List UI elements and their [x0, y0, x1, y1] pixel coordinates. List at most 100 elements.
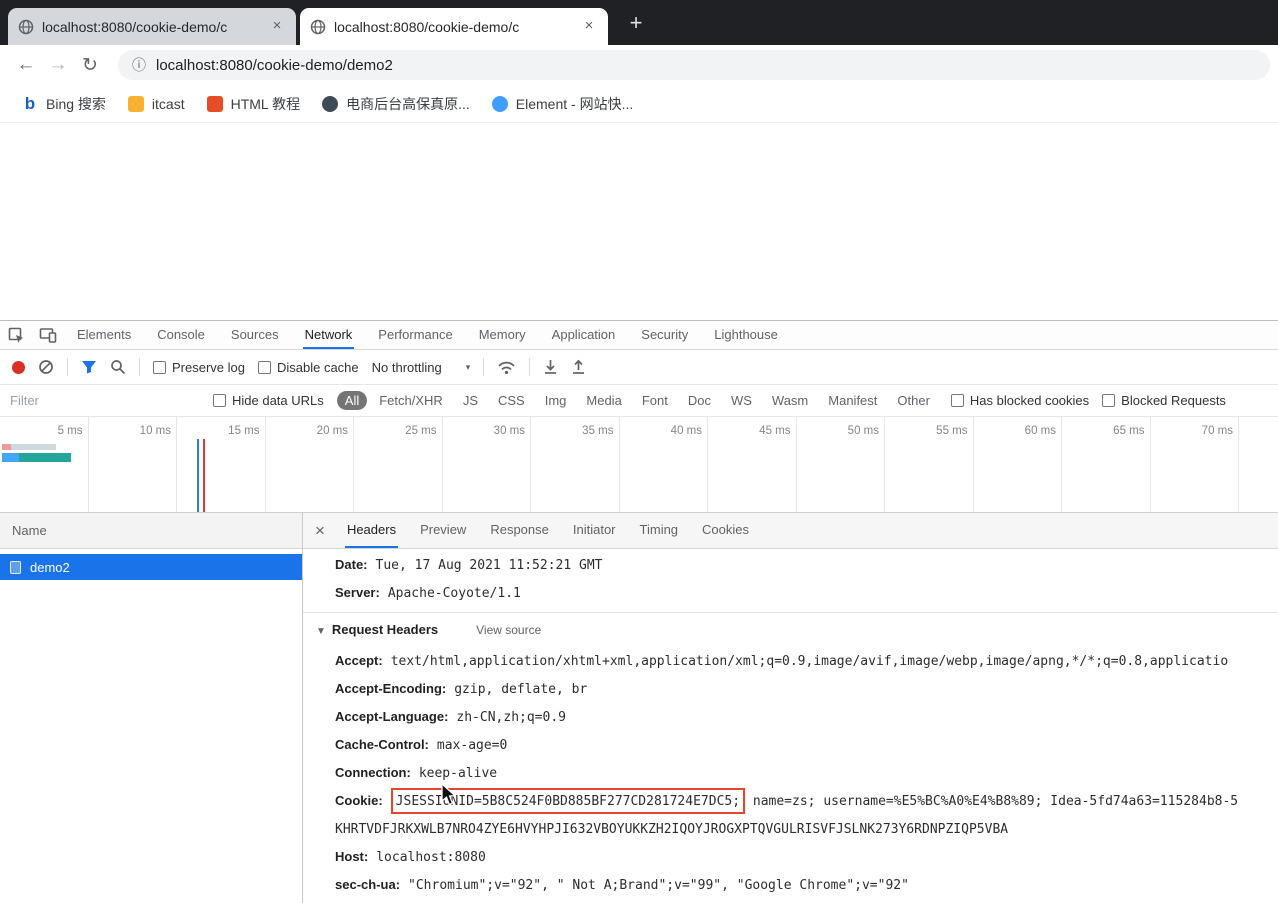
disable-cache-label: Disable cache [276, 359, 359, 375]
overview-waterfall-bar [2, 453, 71, 462]
devtools-tab-security[interactable]: Security [639, 321, 690, 349]
header-value: gzip, deflate, br [454, 682, 588, 697]
pill-wasm[interactable]: Wasm [764, 391, 816, 410]
timeline-tick: 60 ms [974, 417, 1062, 512]
pill-css[interactable]: CSS [490, 391, 533, 410]
search-icon[interactable] [110, 359, 126, 375]
preserve-log-checkbox[interactable]: Preserve log [153, 360, 245, 375]
header-row-accept: Accept: text/html,application/xhtml+xml,a… [303, 647, 1278, 675]
pill-manifest[interactable]: Manifest [820, 391, 885, 410]
shop-favicon-icon [322, 95, 339, 112]
globe-favicon-icon [310, 19, 326, 34]
forward-button[interactable]: → [42, 54, 74, 76]
details-tab-headers[interactable]: Headers [344, 513, 399, 548]
timeline-tick: 20 ms [266, 417, 354, 512]
details-tab-timing[interactable]: Timing [638, 513, 681, 548]
request-row-demo2[interactable]: demo2 [0, 554, 302, 580]
page-info-icon[interactable]: ⓘ [132, 55, 146, 75]
tab-title: localhost:8080/cookie-demo/c [334, 18, 520, 35]
browser-window: localhost:8080/cookie-demo/c × localhost… [0, 0, 1278, 903]
toolbar-separator [139, 358, 140, 376]
clear-network-log-icon[interactable] [38, 359, 54, 375]
filter-funnel-icon[interactable] [81, 360, 97, 374]
browser-tab-2-active[interactable]: localhost:8080/cookie-demo/c × [300, 8, 608, 45]
bookmark-label: Bing 搜索 [46, 95, 106, 112]
inspect-element-icon[interactable] [0, 321, 32, 349]
header-name: Accept-Language: [335, 709, 449, 724]
pill-all[interactable]: All [336, 391, 368, 410]
bookmark-element[interactable]: Element - 网站快... [491, 94, 633, 114]
close-details-icon[interactable]: × [303, 513, 335, 548]
devtools-tab-lighthouse[interactable]: Lighthouse [712, 321, 780, 349]
filter-input[interactable] [10, 393, 200, 408]
devtools-tab-network[interactable]: Network [302, 321, 355, 349]
checkbox-icon[interactable] [213, 394, 226, 407]
hide-data-urls-checkbox[interactable]: Hide data URLs [213, 393, 324, 408]
bookmark-label: 电商后台高保真原... [346, 95, 470, 112]
tab-close-icon[interactable]: × [580, 17, 598, 36]
omnibox[interactable]: ⓘ localhost:8080/cookie-demo/demo2 [118, 50, 1270, 80]
details-tab-cookies[interactable]: Cookies [700, 513, 751, 548]
domcontentloaded-marker [197, 439, 199, 512]
bookmark-label: itcast [151, 95, 185, 112]
checkbox-icon[interactable] [153, 360, 166, 374]
pill-img[interactable]: Img [537, 391, 575, 410]
devtools-tab-elements[interactable]: Elements [75, 321, 133, 349]
details-tab-preview[interactable]: Preview [418, 513, 468, 548]
request-headers-section-header[interactable]: ▼ Request Headers View source [303, 615, 1278, 647]
devtools-tab-application[interactable]: Application [550, 321, 618, 349]
timeline-tick: 55 ms [885, 417, 974, 512]
view-source-link[interactable]: View source [476, 623, 541, 637]
devtools-tab-performance[interactable]: Performance [376, 321, 454, 349]
details-tab-response[interactable]: Response [488, 513, 551, 548]
request-name: demo2 [30, 559, 70, 575]
import-har-icon[interactable] [543, 359, 558, 375]
bookmark-bing[interactable]: b Bing 搜索 [22, 94, 106, 114]
pill-ws[interactable]: WS [723, 391, 760, 410]
devtools-tab-console[interactable]: Console [155, 321, 207, 349]
header-name: Server: [335, 585, 380, 600]
devtools-tab-sources[interactable]: Sources [229, 321, 281, 349]
requests-name-column-header[interactable]: Name [0, 513, 302, 549]
bookmark-itcast[interactable]: itcast [127, 95, 185, 112]
headers-content[interactable]: Date: Tue, 17 Aug 2021 11:52:21 GMT Serve… [303, 549, 1278, 903]
checkbox-icon[interactable] [257, 360, 271, 374]
device-toolbar-icon[interactable] [32, 321, 64, 349]
devtools-tab-memory[interactable]: Memory [477, 321, 528, 349]
html-favicon-icon [206, 95, 223, 112]
url-text[interactable]: localhost:8080/cookie-demo/demo2 [156, 57, 393, 74]
pill-doc[interactable]: Doc [680, 391, 719, 410]
reload-button[interactable]: ↻ [74, 54, 106, 77]
pill-font[interactable]: Font [634, 391, 676, 410]
checkbox-icon[interactable] [1102, 394, 1116, 407]
disclosure-triangle-icon[interactable]: ▼ [316, 626, 326, 637]
browser-tab-1[interactable]: localhost:8080/cookie-demo/c × [8, 8, 296, 45]
new-tab-button[interactable]: + [622, 10, 650, 38]
has-blocked-cookies-checkbox[interactable]: Has blocked cookies [950, 393, 1089, 408]
record-network-log-button[interactable] [12, 360, 25, 374]
timeline-tick: 15 ms [177, 417, 266, 512]
bookmark-shop-admin[interactable]: 电商后台高保真原... [322, 94, 470, 114]
bookmark-html-tutorial[interactable]: HTML 教程 [206, 94, 300, 114]
overview-waterfall-bar [2, 444, 56, 450]
pill-fetch-xhr[interactable]: Fetch/XHR [371, 391, 451, 410]
network-overview-timeline[interactable]: 5 ms 10 ms 15 ms 20 ms 25 ms 30 ms 35 ms… [0, 417, 1278, 513]
pill-other[interactable]: Other [889, 391, 938, 410]
tab-close-icon[interactable]: × [268, 17, 286, 36]
blocked-requests-checkbox[interactable]: Blocked Requests [1102, 393, 1226, 408]
network-conditions-icon[interactable] [497, 360, 516, 375]
hide-data-urls-label: Hide data URLs [232, 393, 324, 408]
pill-js[interactable]: JS [455, 391, 486, 410]
header-name: Host: [335, 849, 369, 864]
timeline-tick: 30 ms [443, 417, 531, 512]
details-tab-initiator[interactable]: Initiator [571, 513, 618, 548]
header-name: Connection: [335, 765, 411, 780]
toolbar-separator [67, 358, 68, 376]
throttling-select[interactable]: No throttling ▾ [372, 360, 471, 375]
export-har-icon[interactable] [571, 359, 586, 375]
back-button[interactable]: ← [10, 54, 42, 76]
document-file-icon [10, 560, 21, 574]
pill-media[interactable]: Media [578, 391, 629, 410]
checkbox-icon[interactable] [950, 394, 964, 407]
disable-cache-checkbox[interactable]: Disable cache [257, 359, 359, 375]
